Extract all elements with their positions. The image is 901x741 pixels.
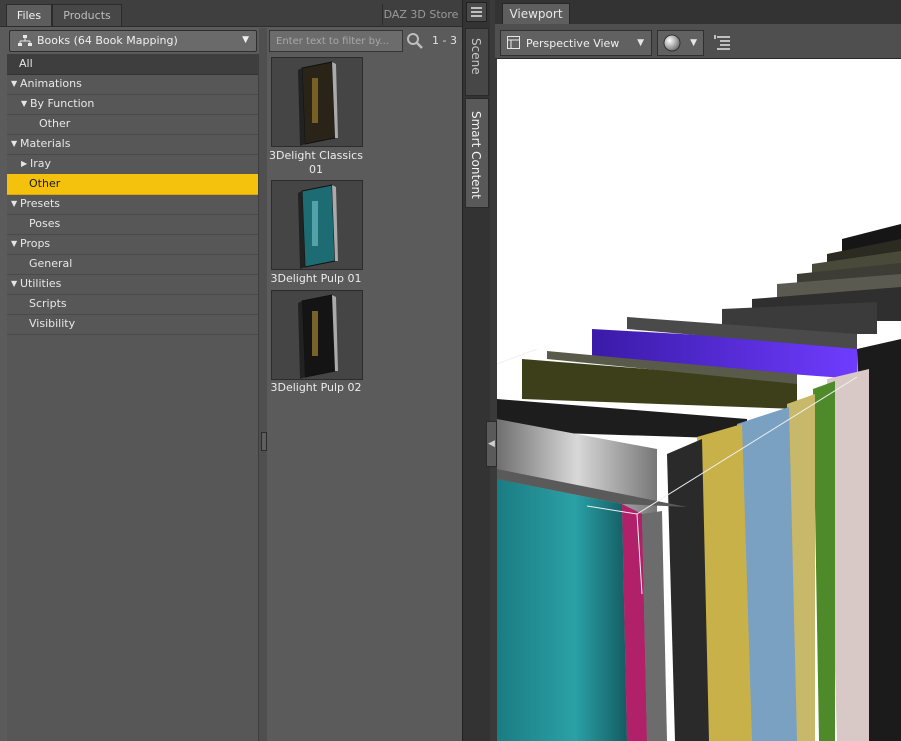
chevron-down-icon: ▼ [242, 35, 249, 45]
distant-books [722, 224, 901, 334]
tree-item-iray[interactable]: ▶ Iray [7, 154, 258, 175]
teal-front-book [497, 479, 627, 741]
book-thumbnail-icon [298, 184, 338, 269]
view-mode-value: Perspective View [526, 37, 620, 50]
splitter-grip[interactable] [261, 432, 267, 451]
collapse-arrow-icon[interactable]: ▶ [21, 154, 27, 173]
viewport-menu-icon[interactable] [712, 32, 734, 52]
tree-item-label: Presets [20, 197, 61, 210]
tree-item-label: Iray [30, 157, 52, 170]
tree-item-label: Props [20, 237, 51, 250]
side-tab-strip: Scene Smart Content [462, 0, 490, 741]
tab-viewport[interactable]: Viewport [502, 3, 570, 25]
tree-item-all[interactable]: All [7, 54, 258, 75]
expand-arrow-icon[interactable]: ▼ [11, 234, 17, 253]
tree-item-general[interactable]: General [7, 254, 258, 275]
tree-item-label: General [29, 257, 73, 270]
tree-item-label: All [19, 57, 33, 70]
content-caption: 3Delight Pulp 01 [266, 272, 366, 286]
tree-item-poses[interactable]: Poses [7, 214, 258, 235]
content-caption-line1: 3Delight Pulp 02 [270, 381, 362, 394]
tree-item-other[interactable]: Other [7, 114, 258, 135]
tab-smart-content[interactable]: Smart Content [465, 98, 489, 208]
tree-item-scripts[interactable]: Scripts [7, 294, 258, 315]
tree-item-props[interactable]: ▼ Props [7, 234, 258, 255]
expand-arrow-icon[interactable]: ▼ [11, 134, 17, 153]
content-thumbnail[interactable] [271, 290, 363, 380]
tab-products[interactable]: Products [52, 4, 122, 26]
expand-arrow-icon[interactable]: ▼ [21, 94, 27, 113]
tree-item-utilities[interactable]: ▼ Utilities [7, 274, 258, 295]
pane-tab-bar: Files Products DAZ 3D Store [0, 0, 462, 27]
filter-input[interactable] [274, 31, 402, 51]
content-caption-line2: 01 [309, 163, 323, 176]
tab-scene[interactable]: Scene [465, 28, 489, 96]
expand-arrow-icon[interactable]: ▼ [11, 274, 17, 293]
tree-item-label: Scripts [29, 297, 67, 310]
category-dropdown-value: Books (64 Book Mapping) [37, 34, 178, 47]
tree-item-presets[interactable]: ▼ Presets [7, 194, 258, 215]
expand-arrow-icon[interactable]: ▼ [11, 194, 17, 213]
shading-sphere-icon [663, 34, 681, 52]
tree-item-animations[interactable]: ▼ Animations [7, 74, 258, 95]
tree-item-label: Materials [20, 137, 71, 150]
tab-scene-label: Scene [469, 38, 483, 75]
tree-item-label: By Function [30, 97, 95, 110]
book-thumbnail-icon [298, 61, 338, 146]
tree-item-materials[interactable]: ▼ Materials [7, 134, 258, 155]
tree-item-other[interactable]: Other [7, 174, 258, 195]
camera-frame-icon [507, 36, 520, 49]
content-caption-line1: 3Delight Pulp 01 [270, 272, 362, 285]
hierarchy-icon [18, 35, 32, 46]
tree-item-visibility[interactable]: Visibility [7, 314, 258, 335]
book-row-render [497, 224, 901, 741]
book-thumbnail-icon [298, 294, 338, 379]
tab-smart-content-label: Smart Content [469, 111, 483, 199]
collapse-pane-handle[interactable]: ◀ [486, 421, 497, 467]
expand-arrow-icon[interactable]: ▼ [11, 74, 17, 93]
content-caption: 3Delight Pulp 02 [266, 381, 366, 395]
tree-item-label: Utilities [20, 277, 62, 290]
tree-item-by-function[interactable]: ▼ By Function [7, 94, 258, 115]
content-caption: 3Delight Classics 01 [266, 149, 366, 177]
chevron-down-icon: ▼ [690, 38, 697, 48]
category-dropdown[interactable]: Books (64 Book Mapping) ▼ [9, 30, 257, 52]
content-caption-line1: 3Delight Classics [269, 149, 363, 162]
pane-menu-icon[interactable] [466, 2, 487, 22]
search-icon[interactable] [406, 32, 424, 50]
tree-item-label: Visibility [29, 317, 76, 330]
content-thumbnail[interactable] [271, 57, 363, 147]
tree-item-label: Poses [29, 217, 61, 230]
result-count: 1 - 3 [432, 34, 457, 47]
tree-item-label: Other [39, 117, 71, 130]
tab-daz-store[interactable]: DAZ 3D Store [382, 4, 459, 25]
category-tree: All ▼ Animations ▼ By Function Other ▼ Material… [7, 54, 259, 741]
view-mode-dropdown[interactable]: Perspective View ▼ [500, 30, 652, 56]
tab-files[interactable]: Files [6, 4, 52, 26]
chevron-down-icon: ▼ [637, 38, 644, 48]
3d-viewport-scene[interactable] [497, 59, 901, 741]
tree-item-label: Animations [20, 77, 82, 90]
draw-style-dropdown[interactable]: ▼ [657, 30, 704, 56]
tree-item-label: Other [29, 177, 61, 190]
filter-field[interactable] [269, 30, 403, 52]
content-thumbnail[interactable] [271, 180, 363, 270]
